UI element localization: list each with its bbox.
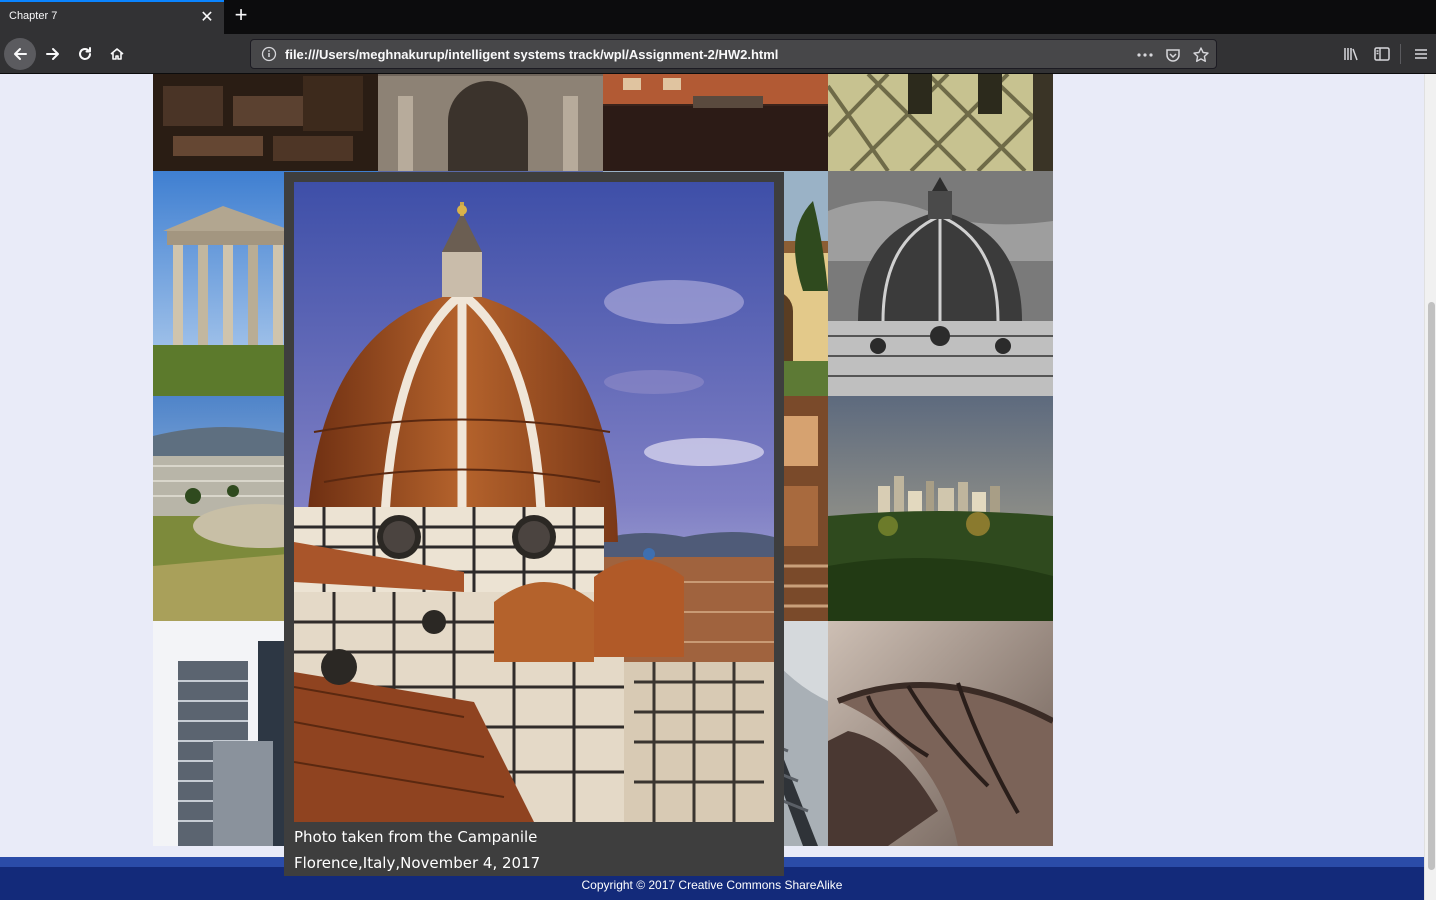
reload-button[interactable] bbox=[69, 38, 101, 70]
url-bar[interactable]: file:///Users/meghnakurup/intelligent sy… bbox=[250, 39, 1217, 69]
lightbox-caption-title: Photo taken from the Campanile bbox=[294, 828, 538, 846]
home-button[interactable] bbox=[101, 38, 133, 70]
thumbnail-harbor[interactable] bbox=[603, 74, 828, 171]
menu-icon[interactable] bbox=[1410, 42, 1432, 66]
tab-chapter-7[interactable]: Chapter 7 ✕ bbox=[0, 0, 224, 34]
page-scrollbar[interactable] bbox=[1424, 74, 1436, 900]
arrow-left-icon bbox=[14, 48, 27, 60]
pocket-icon[interactable] bbox=[1164, 46, 1182, 64]
arrow-right-icon bbox=[46, 48, 59, 60]
info-icon[interactable] bbox=[261, 46, 277, 62]
close-icon[interactable]: ✕ bbox=[198, 8, 216, 26]
thumbnail-lattice-facade[interactable] bbox=[828, 74, 1053, 171]
library-icon[interactable] bbox=[1340, 42, 1362, 66]
back-button[interactable] bbox=[4, 38, 36, 70]
plus-icon[interactable]: + bbox=[230, 4, 252, 27]
url-text[interactable]: file:///Users/meghnakurup/intelligent sy… bbox=[285, 47, 778, 62]
home-icon bbox=[110, 48, 124, 60]
scrollbar-thumb[interactable] bbox=[1428, 302, 1435, 870]
tab-title: Chapter 7 bbox=[9, 10, 58, 22]
thumbnail-duomo-bw[interactable] bbox=[828, 171, 1053, 396]
thumbnail-city-skyline[interactable] bbox=[828, 396, 1053, 621]
reload-icon bbox=[79, 47, 91, 60]
tab-bar: Chapter 7 ✕ + bbox=[0, 0, 1436, 34]
sidebar-icon[interactable] bbox=[1371, 42, 1393, 66]
bookmark-star-icon[interactable] bbox=[1192, 46, 1210, 64]
url-actions bbox=[1136, 44, 1210, 66]
page-viewport: Copyright © 2017 Creative Commons ShareA… bbox=[0, 74, 1424, 900]
lightbox-caption-details: Florence,Italy,November 4, 2017 bbox=[294, 854, 541, 872]
more-actions-icon[interactable] bbox=[1136, 46, 1154, 64]
thumbnail-roman-arch[interactable] bbox=[378, 74, 603, 171]
thumbnail-curved-roof[interactable] bbox=[828, 621, 1053, 846]
toolbar-separator bbox=[1400, 44, 1401, 64]
lightbox-photo bbox=[294, 182, 774, 822]
lightbox-popup[interactable]: Photo taken from the Campanile Florence,… bbox=[284, 172, 784, 876]
forward-button[interactable] bbox=[37, 38, 69, 70]
navigation-toolbar: file:///Users/meghnakurup/intelligent sy… bbox=[0, 34, 1436, 74]
thumbnail-aerial-city[interactable] bbox=[153, 74, 378, 171]
copyright-text: Copyright © 2017 Creative Commons ShareA… bbox=[581, 878, 843, 892]
